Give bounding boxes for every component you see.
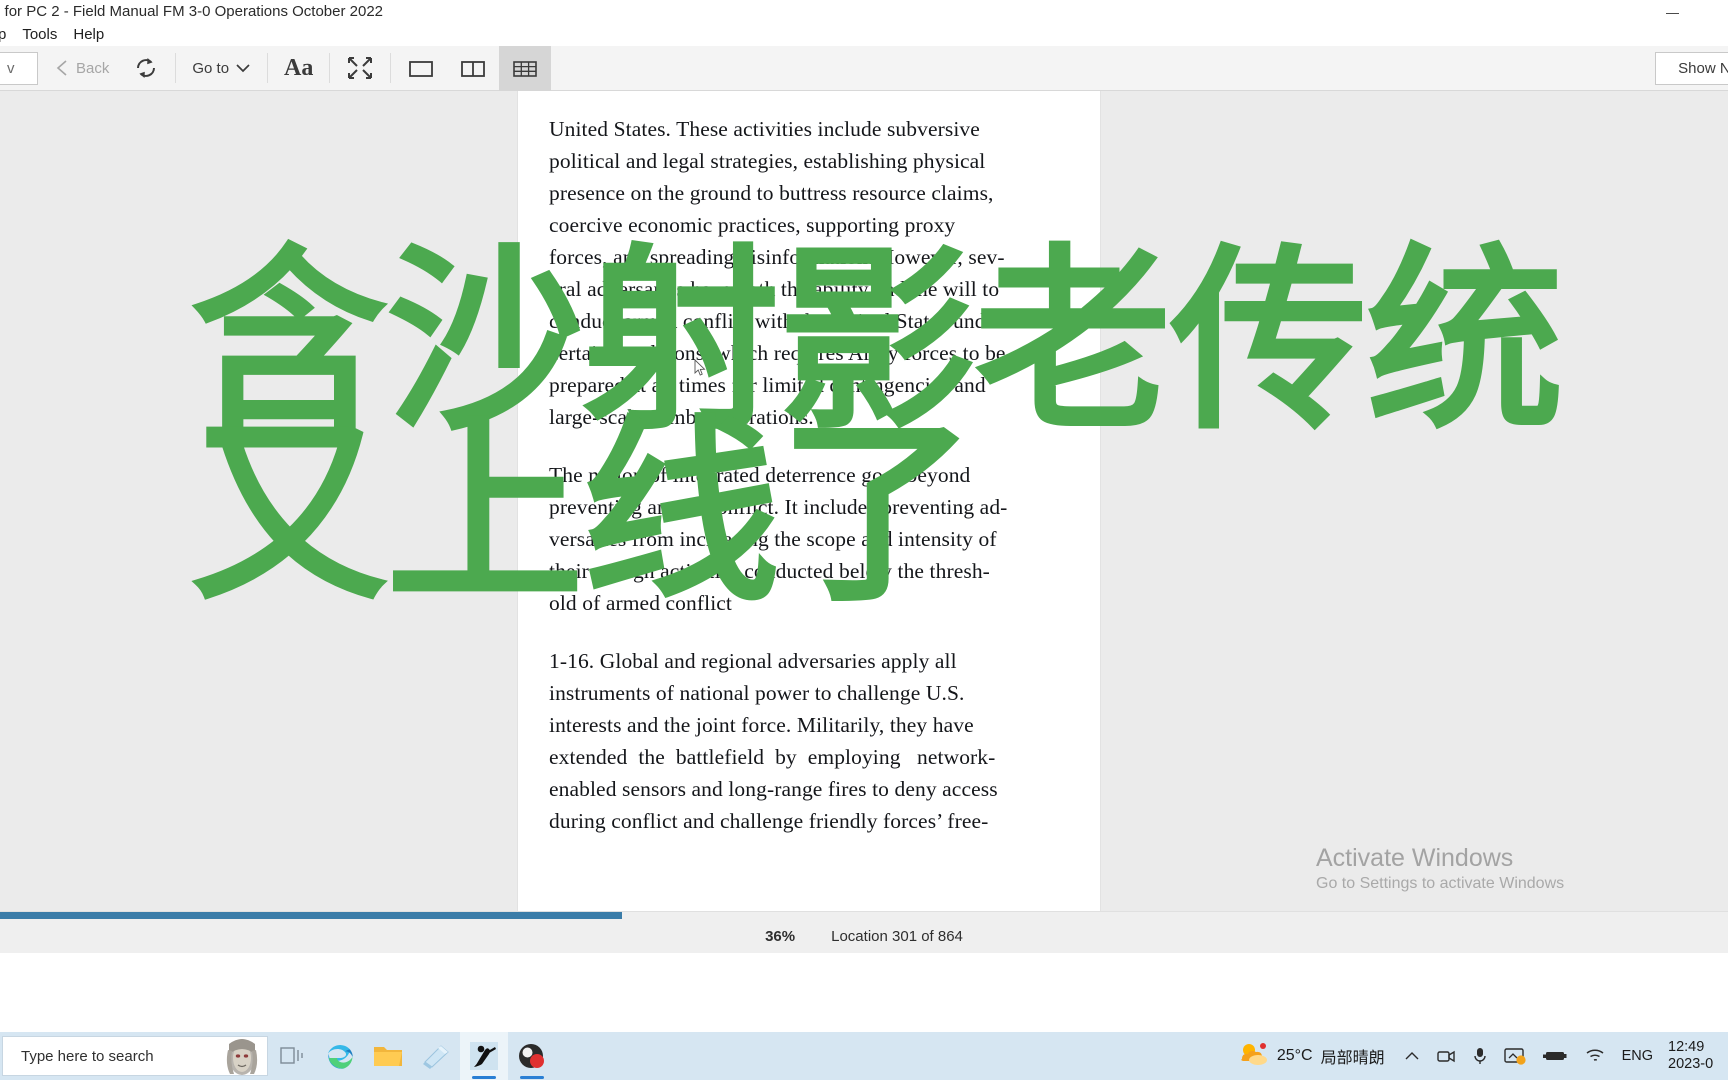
text-line: interests and the joint force. Militaril… [549, 713, 974, 737]
menu-bar: p Tools Help [0, 24, 1728, 46]
search-input[interactable]: v [0, 52, 38, 85]
menu-item-help[interactable]: Help [65, 24, 112, 46]
text-line: presence on the ground to buttress resou… [549, 181, 994, 205]
text-line: conduct armed conflict with the United S… [549, 309, 1003, 333]
mouse-cursor [694, 358, 706, 377]
toolbar-separator-4 [390, 53, 392, 83]
kindle-window: ndle for PC 2 - Field Manual FM 3-0 Oper… [0, 0, 1728, 1032]
clock-time: 12:49 [1668, 1039, 1705, 1055]
text-line: large-scale combat operations. [549, 405, 814, 429]
battery-icon[interactable] [1535, 1032, 1575, 1080]
obs-studio-icon[interactable] [508, 1032, 556, 1080]
view-single-page-button[interactable] [395, 46, 447, 91]
book-app-icon[interactable] [412, 1032, 460, 1080]
fullscreen-icon [346, 55, 374, 81]
clock-date: 2023-0 [1668, 1056, 1714, 1072]
activate-subtitle: Go to Settings to activate Windows [1316, 875, 1565, 892]
weather-icon [1239, 1041, 1269, 1072]
weather-widget[interactable]: 25°C 局部晴朗 [1229, 1041, 1395, 1072]
taskbar-search-placeholder: Type here to search [21, 1047, 154, 1065]
chevron-down-icon [235, 62, 251, 74]
text-line: eral adversaries have both the ability a… [549, 277, 1000, 301]
text-line: 1-16. Global and regional adversaries ap… [549, 649, 957, 673]
activate-windows-watermark: Activate Windows Go to Settings to activ… [1308, 843, 1728, 895]
back-label: Back [76, 59, 110, 77]
location-label: Location 301 of 864 [831, 927, 963, 945]
toolbar: v Back Go to Aa Show [0, 45, 1728, 91]
text-line: forces, and spreading disinformation. Ho… [549, 245, 1005, 269]
language-indicator[interactable]: ENG [1615, 1032, 1660, 1080]
view-grid-page-button[interactable] [499, 45, 552, 91]
goto-label: Go to [192, 59, 230, 77]
paragraph-3: 1-16. Global and regional adversaries ap… [549, 645, 1109, 837]
back-button[interactable]: Back [42, 46, 121, 91]
tray-chevron-up-icon[interactable] [1397, 1032, 1427, 1080]
two-page-view-icon [459, 57, 487, 79]
windows-taskbar: Type here to search 25°C 局部晴朗 ENG 12:49 … [0, 1032, 1728, 1080]
camera-icon[interactable] [1429, 1032, 1463, 1080]
text-line: preventing armed conflict. It includes p… [549, 495, 1008, 519]
text-line: certain conditions, which requires Army … [549, 341, 1006, 365]
title-bar: ndle for PC 2 - Field Manual FM 3-0 Oper… [0, 0, 1728, 24]
text-line: prepared at all times for limited contin… [549, 373, 986, 397]
weather-temp: 25°C [1276, 1047, 1313, 1064]
task-view-icon[interactable] [268, 1032, 316, 1080]
taskbar-search-input[interactable]: Type here to search [2, 1036, 268, 1076]
text-line: during conflict and challenge friendly f… [549, 809, 989, 833]
status-bar: 36% Location 301 of 864 [0, 919, 1728, 953]
screen: ndle for PC 2 - Field Manual FM 3-0 Oper… [0, 0, 1728, 1080]
file-explorer-icon[interactable] [364, 1032, 412, 1080]
user-avatar-icon [221, 1038, 263, 1076]
obs-running-indicator [520, 1076, 544, 1079]
paragraph-1: United States. These activities include … [549, 113, 1109, 433]
system-tray: 25°C 局部晴朗 ENG 12:49 2023-0 [1229, 1032, 1728, 1080]
show-notes-button[interactable]: Show No [1655, 52, 1728, 85]
reader-pane[interactable]: United States. These activities include … [0, 91, 1728, 911]
display-capture-icon[interactable] [1497, 1032, 1533, 1080]
sync-refresh-icon [133, 55, 159, 81]
view-two-page-button[interactable] [447, 46, 499, 91]
progress-percent-label: 36% [765, 927, 796, 945]
toolbar-separator-1 [175, 53, 177, 83]
text-line: coercive economic practices, supporting … [549, 213, 956, 237]
text-line: extended the battlefield by employing ne… [549, 745, 996, 769]
goto-button[interactable]: Go to [180, 46, 263, 91]
weather-description: 局部晴朗 [1320, 1050, 1385, 1067]
minimize-icon [1665, 12, 1679, 14]
chevron-left-icon [54, 58, 70, 78]
wifi-icon[interactable] [1577, 1032, 1613, 1080]
menu-item-clipped[interactable]: p [0, 24, 14, 46]
single-page-view-icon [407, 57, 435, 79]
menu-item-tools[interactable]: Tools [14, 24, 65, 46]
kindle-running-indicator [472, 1076, 496, 1079]
text-line: instruments of national power to challen… [549, 681, 965, 705]
text-line: their malign activities conducted below … [549, 559, 990, 583]
toolbar-separator-3 [329, 53, 331, 83]
microphone-icon[interactable] [1465, 1032, 1495, 1080]
reading-progress-bar[interactable] [0, 911, 1728, 920]
microsoft-edge-icon[interactable] [316, 1032, 364, 1080]
window-title: ndle for PC 2 - Field Manual FM 3-0 Oper… [0, 3, 384, 20]
minimize-button[interactable] [1649, 2, 1695, 24]
text-line: The notion of integrated deterrence goes… [549, 463, 971, 487]
font-size-label: Aa [284, 54, 314, 81]
text-line: old of armed conflict [549, 591, 732, 615]
sync-button[interactable] [121, 46, 171, 91]
activate-title: Activate Windows [1316, 844, 1514, 872]
toolbar-separator-2 [267, 53, 269, 83]
text-line: enabled sensors and long-range fires to … [549, 777, 998, 801]
text-line: political and legal strategies, establis… [549, 149, 986, 173]
document-page[interactable]: United States. These activities include … [518, 91, 1100, 911]
taskbar-clock[interactable]: 12:49 2023-0 [1662, 1039, 1724, 1073]
kindle-icon[interactable] [460, 1032, 508, 1080]
font-settings-button[interactable]: Aa [272, 46, 325, 91]
text-line: United States. These activities include … [549, 117, 980, 141]
fullscreen-button[interactable] [334, 46, 386, 91]
paragraph-2: The notion of integrated deterrence goes… [549, 459, 1109, 619]
text-line: versaries from increasing the scope and … [549, 527, 997, 551]
page-text: United States. These activities include … [549, 113, 1109, 863]
grid-page-view-icon [511, 57, 539, 79]
